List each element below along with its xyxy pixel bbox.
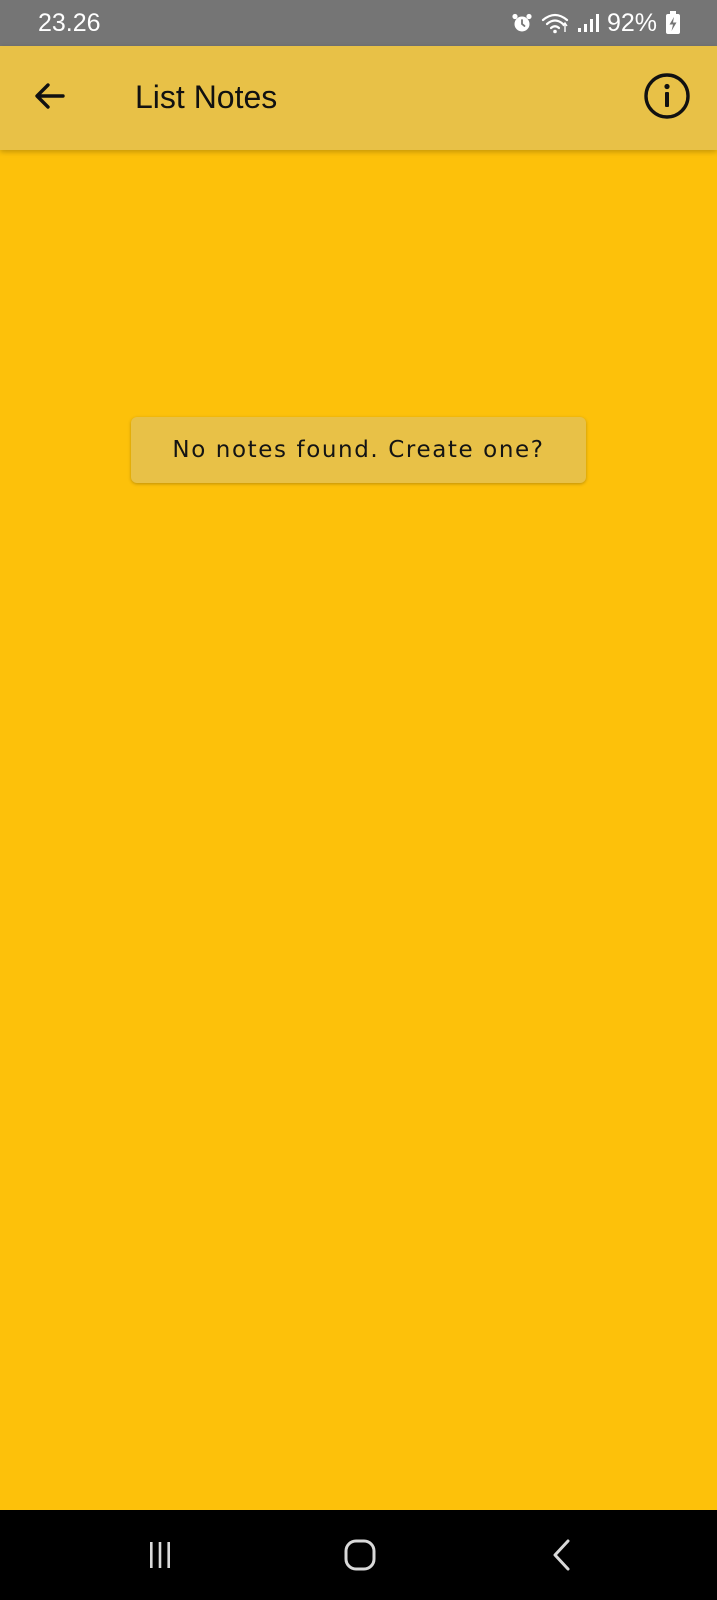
- wifi-icon: [541, 12, 569, 34]
- nav-back-button[interactable]: [532, 1530, 592, 1580]
- app-bar: List Notes: [0, 46, 717, 150]
- recent-apps-icon: [145, 1540, 175, 1570]
- arrow-left-icon: [32, 78, 68, 119]
- status-bar: 23.26 92%: [0, 0, 717, 46]
- back-button[interactable]: [22, 70, 78, 126]
- signal-icon: [577, 12, 599, 34]
- home-icon: [343, 1538, 377, 1572]
- status-time: 23.26: [38, 9, 101, 37]
- system-nav-bar: [0, 1510, 717, 1600]
- page-title: List Notes: [135, 79, 278, 115]
- notes-list-area: No notes found. Create one?: [0, 150, 717, 1510]
- alarm-icon: [511, 12, 533, 34]
- info-button[interactable]: [637, 68, 697, 128]
- battery-charging-icon: [665, 11, 681, 35]
- battery-percent: 92%: [606, 9, 657, 37]
- create-note-button[interactable]: No notes found. Create one?: [131, 417, 586, 483]
- home-button[interactable]: [330, 1530, 390, 1580]
- status-icons: 92%: [511, 8, 681, 38]
- back-icon: [547, 1538, 577, 1572]
- info-circle-icon: [643, 72, 691, 125]
- recent-apps-button[interactable]: [130, 1530, 190, 1580]
